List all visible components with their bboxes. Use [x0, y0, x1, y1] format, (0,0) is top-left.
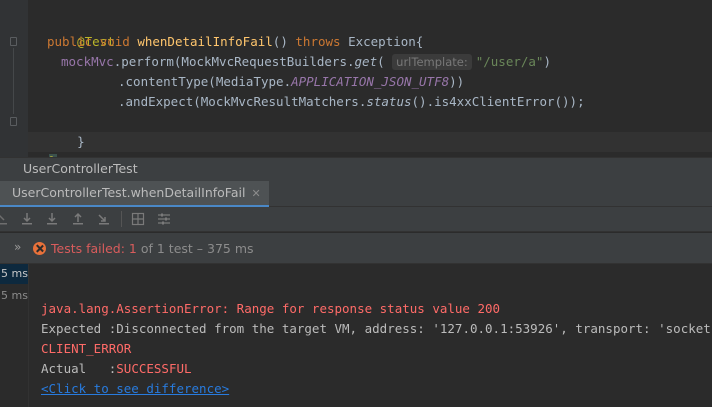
keyword-void: void	[99, 34, 130, 49]
media-type-constant: APPLICATION_JSON_UTF8	[291, 74, 450, 89]
exception-type: Exception{	[348, 34, 424, 49]
actual-line: Actual :SUCCESSFUL	[41, 359, 192, 379]
tab-label: UserControllerTest.whenDetailInfoFail	[12, 185, 246, 200]
code-line-method[interactable]: public void whenDetailInfoFail() throws …	[47, 32, 423, 52]
and-expect-call: .andExpect(MockMvcResultMatchers.	[118, 94, 367, 109]
expected-line: Expected :Disconnected from the target V…	[41, 319, 712, 339]
fold-icon[interactable]	[10, 117, 17, 126]
and-expect-close: ().is4xxClientError());	[411, 94, 585, 109]
actual-label: Actual :	[41, 361, 117, 376]
tab-run-configuration[interactable]: UserControllerTest.whenDetailInfoFail ✕	[0, 181, 269, 208]
code-line-close-class[interactable]: }	[19, 132, 57, 169]
perform-call: .perform(MockMvcRequestBuilders.	[113, 54, 355, 69]
url-string: "/user/a"	[475, 54, 544, 69]
actual-value: SUCCESSFUL	[116, 361, 192, 376]
test-tree-row-selected[interactable]: 5 ms	[0, 264, 28, 284]
keyword-public: public	[47, 34, 93, 49]
status-call: status	[366, 94, 412, 109]
method-parens: ()	[272, 34, 288, 49]
sort-alpha-icon[interactable]	[0, 211, 10, 227]
get-call: get	[354, 54, 378, 69]
content-type-call: .contentType(MediaType.	[118, 74, 292, 89]
import-tests-icon[interactable]	[19, 211, 35, 227]
chevron-right-icon[interactable]: »	[14, 240, 21, 254]
open-paren: (	[377, 54, 385, 69]
toolbar-separator	[121, 211, 122, 227]
mockmvc-field: mockMvc	[61, 54, 114, 69]
previous-failed-icon[interactable]	[96, 211, 112, 227]
test-duration: 5 ms	[1, 267, 28, 280]
expected-value-cont: CLIENT_ERROR	[41, 341, 132, 356]
sort-duration-icon[interactable]	[44, 211, 60, 227]
failed-count: 1	[128, 241, 137, 256]
code-editor[interactable]: @Test public void whenDetailInfoFail() t…	[0, 0, 712, 169]
fail-icon	[33, 242, 46, 255]
tests-failed-label: Tests failed:	[51, 241, 129, 256]
method-close-brace: }	[77, 134, 85, 149]
layout-icon[interactable]	[130, 211, 146, 227]
close-icon[interactable]: ✕	[251, 187, 260, 200]
parameter-hint: urlTemplate:	[392, 54, 472, 70]
click-to-see-difference-link[interactable]: <Click to see difference>	[41, 381, 229, 396]
expected-value: Disconnected from the target VM, address…	[116, 321, 712, 336]
settings-icon[interactable]	[156, 211, 172, 227]
code-line-and-expect[interactable]: .andExpect(MockMvcResultMatchers.status(…	[118, 92, 585, 112]
test-summary: of 1 test – 375 ms	[136, 241, 254, 256]
test-duration: 5 ms	[1, 289, 28, 302]
code-line-perform[interactable]: mockMvc.perform(MockMvcRequestBuilders.g…	[61, 52, 551, 72]
fold-icon[interactable]	[10, 37, 17, 46]
diff-line: <Click to see difference>	[41, 379, 229, 399]
code-line-content-type[interactable]: .contentType(MediaType.APPLICATION_JSON_…	[118, 72, 464, 92]
close-paren: )	[543, 54, 551, 69]
code-line-annotation[interactable]: @Test	[47, 12, 115, 49]
test-tree-row[interactable]: 5 ms	[0, 286, 28, 306]
test-status-text: Tests failed: 1 of 1 test – 375 ms	[51, 240, 254, 258]
run-tool-window-title: UserControllerTest	[23, 161, 138, 176]
fold-guide	[13, 48, 14, 114]
assertion-error-line: java.lang.AssertionError: Range for resp…	[41, 301, 501, 316]
expected-label: Expected :	[41, 321, 117, 336]
test-runner-toolbar	[0, 207, 712, 232]
current-line-highlight	[28, 132, 712, 152]
code-line-close-method[interactable]: }	[47, 112, 85, 149]
export-tests-icon[interactable]	[70, 211, 86, 227]
keyword-throws: throws	[295, 34, 341, 49]
method-name: whenDetailInfoFail	[137, 34, 273, 49]
content-type-close: ))	[449, 74, 465, 89]
